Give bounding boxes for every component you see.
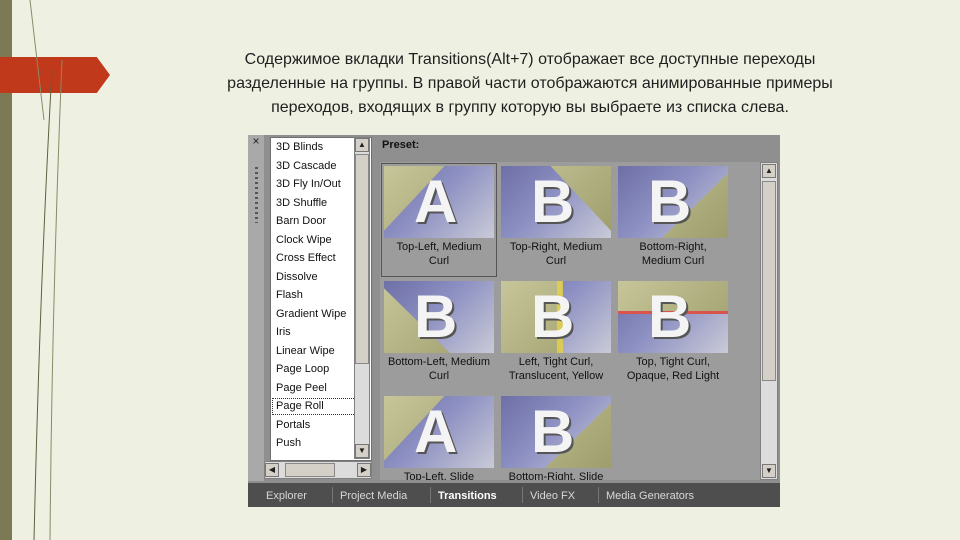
preset-caption: Bottom-Right, Slide bbox=[499, 470, 613, 480]
tab-separator bbox=[598, 487, 599, 503]
preset-caption: Bottom-Left, Medium Curl bbox=[382, 355, 496, 383]
preset-caption-line-2: Opaque, Red Light bbox=[626, 370, 720, 382]
slide-caption: Содержимое вкладки Transitions(Alt+7) от… bbox=[150, 48, 910, 120]
preset-glyph: A bbox=[414, 168, 458, 235]
close-icon[interactable]: × bbox=[250, 135, 262, 147]
arrow-left-icon[interactable]: ◀ bbox=[265, 463, 279, 477]
preset-glyph: B bbox=[648, 168, 692, 235]
preset-thumbnail: A bbox=[384, 396, 494, 468]
list-vertical-scrollbar[interactable]: ▲ ▼ bbox=[354, 137, 370, 459]
tab-transitions[interactable]: Transitions bbox=[438, 487, 497, 505]
preset-caption: Top-Left, Medium Curl bbox=[382, 240, 496, 268]
arrow-down-icon[interactable]: ▼ bbox=[762, 464, 776, 478]
preset-tile[interactable]: B Bottom-Right, Slide bbox=[499, 394, 613, 480]
preset-thumbnail: B bbox=[384, 281, 494, 353]
tab-separator bbox=[332, 487, 333, 503]
preset-caption-line-1: Bottom-Right, Slide bbox=[508, 471, 604, 480]
preset-caption: Top-Right, Medium Curl bbox=[499, 240, 613, 268]
preset-glyph: B bbox=[531, 398, 575, 465]
preset-caption-line-1: Top, Tight Curl, bbox=[636, 356, 710, 368]
tab-media-generators[interactable]: Media Generators bbox=[606, 487, 694, 505]
dock-strip: × bbox=[248, 135, 264, 481]
preset-tile[interactable]: B Top-Right, Medium Curl bbox=[499, 164, 613, 276]
preset-thumbnail: B bbox=[501, 166, 611, 238]
preset-thumbnail: B bbox=[501, 281, 611, 353]
list-scroll-thumb[interactable] bbox=[355, 154, 369, 364]
preset-vertical-scrollbar[interactable]: ▲ ▼ bbox=[760, 162, 778, 480]
list-horizontal-scrollbar[interactable]: ◀ ▶ bbox=[264, 461, 372, 479]
preset-tile[interactable]: B Bottom-Right, Medium Curl bbox=[616, 164, 730, 276]
preset-caption: Left, Tight Curl, Translucent, Yellow bbox=[499, 355, 613, 383]
arrow-right-icon[interactable]: ▶ bbox=[357, 463, 371, 477]
tab-separator bbox=[522, 487, 523, 503]
preset-thumbnail: A bbox=[384, 166, 494, 238]
preset-glyph: A bbox=[414, 398, 458, 465]
preset-tile[interactable]: B Left, Tight Curl, Translucent, Yellow bbox=[499, 279, 613, 391]
preset-caption: Bottom-Right, Medium Curl bbox=[616, 240, 730, 268]
preset-glyph: B bbox=[531, 283, 575, 350]
preset-glyph: B bbox=[648, 283, 692, 350]
preset-glyph: B bbox=[531, 168, 575, 235]
caption-line-1: Содержимое вкладки Transitions(Alt+7) от… bbox=[244, 51, 816, 68]
caption-line-3: переходов, входящих в группу которую вы … bbox=[271, 99, 789, 116]
preset-caption-line-1: Bottom-Left, Medium bbox=[387, 356, 491, 368]
preset-caption-line-1: Left, Tight Curl, bbox=[518, 356, 594, 368]
preset-caption-line-2: Translucent, Yellow bbox=[508, 370, 604, 382]
preset-thumbnail: B bbox=[501, 396, 611, 468]
preset-caption-line-1: Bottom-Right, bbox=[639, 241, 707, 253]
window-tab-bar: Explorer Project Media Transitions Video FX… bbox=[248, 483, 780, 507]
caption-line-2: разделенные на группы. В правой части от… bbox=[227, 75, 833, 92]
preset-caption-line-1: Top-Left, Slide bbox=[403, 471, 475, 480]
preset-label: Preset: bbox=[382, 139, 420, 151]
preset-caption-line-2: Curl bbox=[545, 255, 567, 267]
preset-caption: Top, Tight Curl, Opaque, Red Light bbox=[616, 355, 730, 383]
preset-caption-line-2: Curl bbox=[428, 370, 450, 382]
tab-video-fx[interactable]: Video FX bbox=[530, 487, 575, 505]
preset-caption: Top-Left, Slide bbox=[382, 470, 496, 480]
grip-icon[interactable] bbox=[255, 167, 258, 223]
preset-caption-line-1: Top-Left, Medium bbox=[396, 241, 482, 253]
arrow-up-icon[interactable]: ▲ bbox=[355, 138, 369, 152]
arrow-up-icon[interactable]: ▲ bbox=[762, 164, 776, 178]
slide-deco-lines bbox=[29, 0, 63, 540]
tab-explorer[interactable]: Explorer bbox=[266, 487, 307, 505]
preset-scroll-thumb[interactable] bbox=[762, 181, 776, 381]
preset-tile[interactable]: B Top, Tight Curl, Opaque, Red Light bbox=[616, 279, 730, 391]
preset-tile[interactable]: B Bottom-Left, Medium Curl bbox=[382, 279, 496, 391]
preset-grid: A Top-Left, Medium Curl B Top-Right, Medium C… bbox=[380, 162, 760, 480]
list-hscroll-thumb[interactable] bbox=[285, 463, 335, 477]
preset-glyph: B bbox=[414, 283, 458, 350]
arrow-down-icon[interactable]: ▼ bbox=[355, 444, 369, 458]
tab-separator bbox=[430, 487, 431, 503]
preset-thumbnail: B bbox=[618, 281, 728, 353]
preset-caption-line-1: Top-Right, Medium bbox=[509, 241, 603, 253]
transitions-window: × 3D Blinds 3D Cascade 3D Fly In/Out 3D Shu… bbox=[248, 135, 780, 507]
preset-tile[interactable]: A Top-Left, Slide bbox=[382, 394, 496, 480]
tab-project-media[interactable]: Project Media bbox=[340, 487, 407, 505]
preset-tile[interactable]: A Top-Left, Medium Curl bbox=[381, 163, 497, 277]
preset-caption-line-2: Curl bbox=[428, 255, 450, 267]
preset-thumbnail: B bbox=[618, 166, 728, 238]
preset-caption-line-2: Medium Curl bbox=[641, 255, 705, 267]
